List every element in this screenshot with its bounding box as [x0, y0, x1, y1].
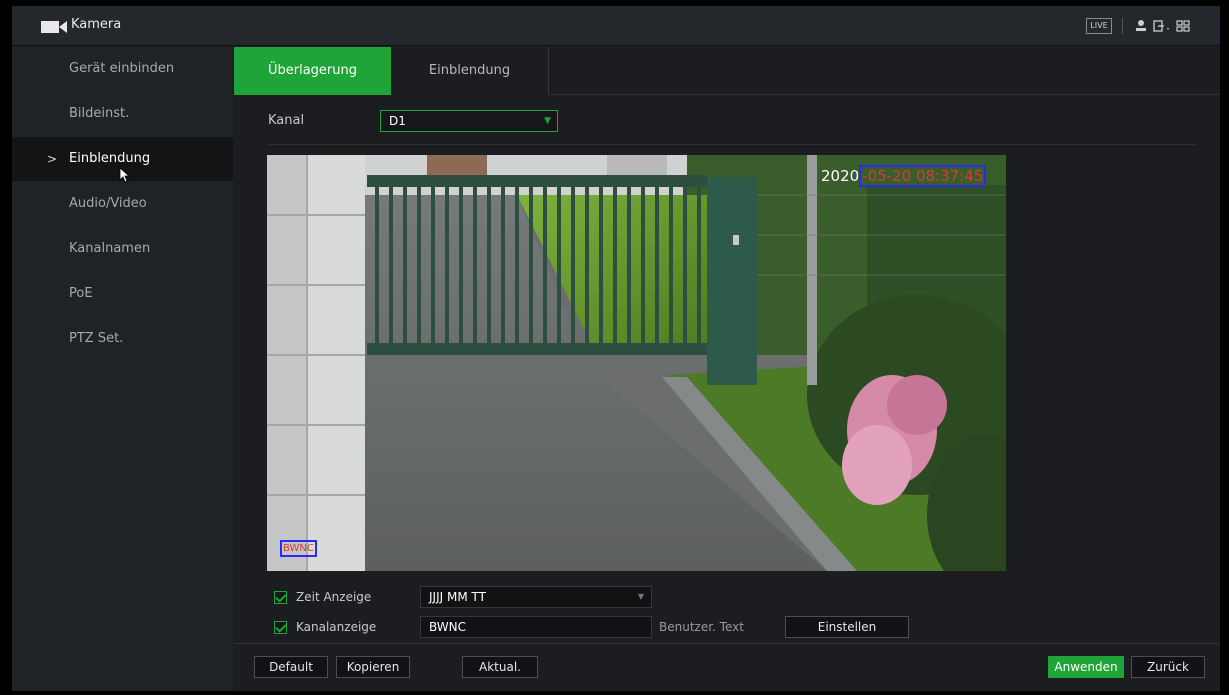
user-icon[interactable]: [1134, 18, 1148, 34]
back-button[interactable]: Zurück: [1131, 656, 1205, 678]
default-button[interactable]: Default: [254, 656, 328, 678]
sidebar-item-label: PTZ Set.: [69, 331, 124, 346]
channel-display-checkbox[interactable]: [274, 621, 287, 634]
app-window: Kamera LIVE Gerät einbinden Bildeinst. >…: [12, 6, 1220, 691]
einstellen-button[interactable]: Einstellen: [785, 616, 909, 638]
time-display-label: Zeit Anzeige: [296, 590, 372, 604]
camera-icon: [41, 21, 67, 33]
channel-label: Kanal: [268, 113, 305, 128]
mouse-cursor-icon: [119, 167, 131, 183]
dropdown-arrow-icon: ▼: [637, 592, 644, 601]
sidebar-item-audio-video[interactable]: Audio/Video: [12, 182, 233, 226]
copy-button[interactable]: Kopieren: [336, 656, 410, 678]
window-title: Kamera: [71, 17, 122, 32]
video-preview[interactable]: 2020 -05-20 08:37:45 BWNC: [267, 155, 1006, 571]
sidebar: Gerät einbinden Bildeinst. > Einblendung…: [12, 47, 233, 691]
logout-icon[interactable]: [1153, 18, 1171, 34]
sidebar-item-label: Bildeinst.: [69, 106, 130, 121]
osd-time-prefix: 2020: [821, 167, 860, 185]
sidebar-item-label: PoE: [69, 286, 93, 301]
channel-name-input[interactable]: BWNC: [420, 616, 652, 638]
chevron-right-icon: >: [47, 152, 58, 166]
live-button[interactable]: LIVE: [1086, 18, 1112, 34]
sidebar-item-bildeinst[interactable]: Bildeinst.: [12, 92, 233, 136]
sidebar-item-label: Einblendung: [69, 151, 151, 166]
time-display-checkbox[interactable]: [274, 591, 287, 604]
osd-timestamp: 2020 -05-20 08:37:45: [821, 165, 987, 187]
title-bar: Kamera LIVE: [12, 6, 1220, 46]
footer-bar: Default Kopieren Aktual. Anwenden Zurück: [234, 643, 1220, 691]
sidebar-item-poe[interactable]: PoE: [12, 272, 233, 316]
divider: [268, 144, 1196, 145]
date-format-value: JJJJ MM TT: [429, 590, 486, 604]
sidebar-item-ptz-set[interactable]: PTZ Set.: [12, 317, 233, 361]
toolbar-divider: [1122, 18, 1123, 34]
channel-select-value: D1: [389, 114, 406, 128]
tab-einblendung[interactable]: Einblendung: [391, 47, 549, 95]
main-panel: Überlagerung Einblendung Kanal D1 ▼ 2020…: [234, 47, 1220, 691]
channel-select[interactable]: D1 ▼: [380, 110, 558, 132]
sidebar-item-label: Audio/Video: [69, 196, 147, 211]
osd-channel-name[interactable]: BWNC: [280, 540, 317, 557]
channel-name-value: BWNC: [429, 620, 467, 634]
refresh-button[interactable]: Aktual.: [462, 656, 538, 678]
date-format-select[interactable]: JJJJ MM TT ▼: [420, 586, 652, 608]
osd-handle[interactable]: [323, 539, 333, 549]
sidebar-item-label: Gerät einbinden: [69, 61, 175, 76]
apply-button[interactable]: Anwenden: [1048, 656, 1124, 678]
tab-bar: Überlagerung Einblendung: [234, 47, 1220, 95]
channel-display-label: Kanalanzeige: [296, 620, 377, 634]
dropdown-arrow-icon: ▼: [544, 116, 551, 126]
sidebar-item-label: Kanalnamen: [69, 241, 151, 256]
osd-time-box[interactable]: -05-20 08:37:45: [859, 165, 987, 187]
sidebar-item-kanalnamen[interactable]: Kanalnamen: [12, 227, 233, 271]
sidebar-item-geraet-einbinden[interactable]: Gerät einbinden: [12, 47, 233, 91]
camera-image: [267, 155, 1006, 571]
grid-menu-icon[interactable]: [1175, 18, 1191, 34]
custom-text-label: Benutzer. Text: [659, 620, 744, 634]
tab-ueberlagerung[interactable]: Überlagerung: [234, 47, 391, 95]
